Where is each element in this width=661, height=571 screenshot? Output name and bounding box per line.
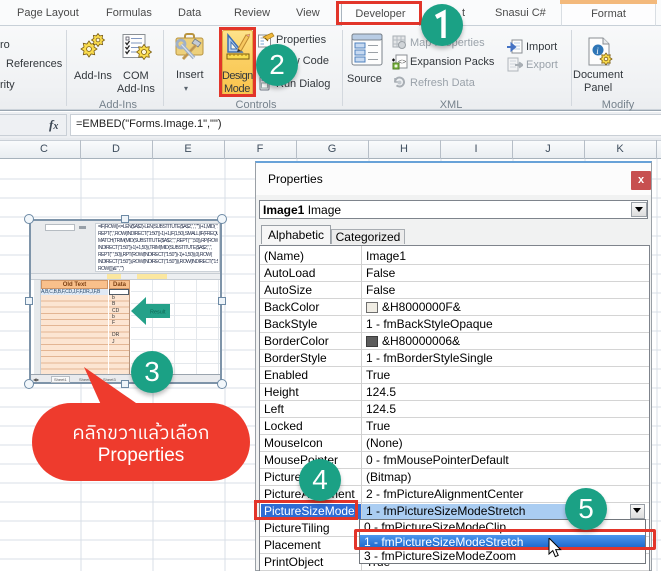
svg-text:Result: Result	[150, 310, 166, 316]
